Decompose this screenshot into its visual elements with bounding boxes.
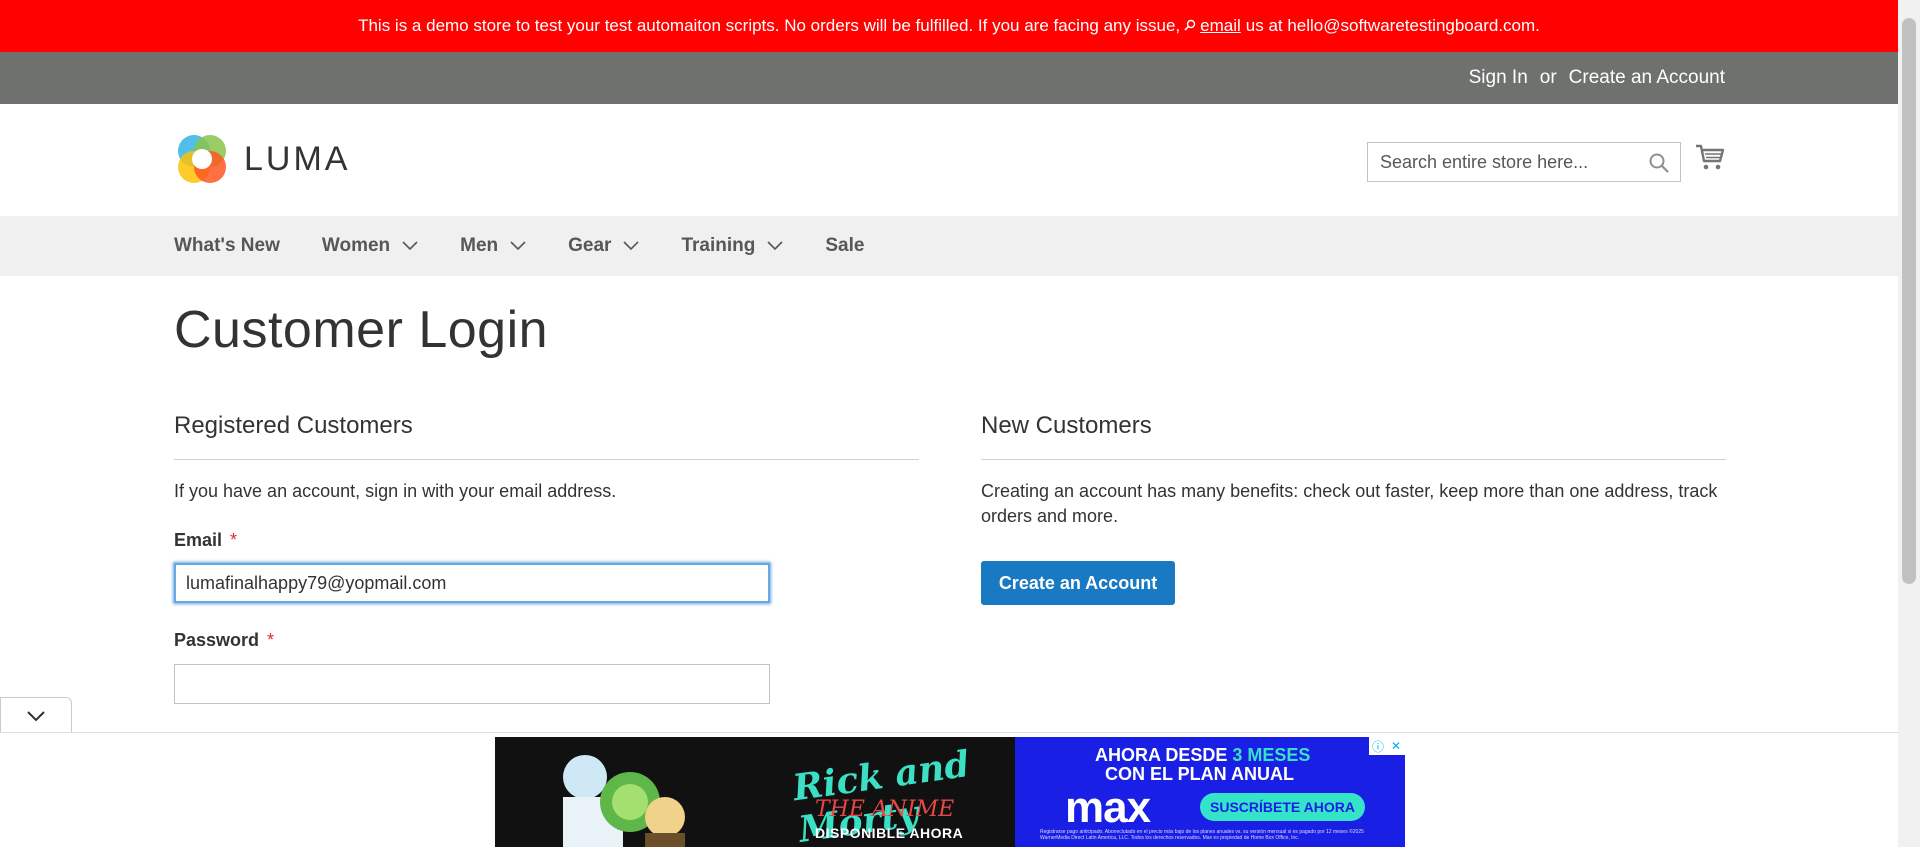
email-link[interactable]: email xyxy=(1200,16,1241,36)
site-header: LUMA xyxy=(0,104,1898,216)
ad-offer-line-2: CON EL PLAN ANUAL xyxy=(1105,764,1294,784)
demo-notice-banner: This is a demo store to test your test a… xyxy=(0,0,1898,52)
required-marker: * xyxy=(230,530,238,550)
sign-in-link[interactable]: Sign In xyxy=(1469,67,1528,89)
new-customers-intro-text: Creating an account has many benefits: c… xyxy=(981,481,1718,526)
password-label-text: Password xyxy=(174,630,260,650)
create-account-link[interactable]: Create an Account xyxy=(1569,67,1725,89)
required-marker: * xyxy=(267,630,275,650)
ad-offer-line-1: AHORA DESDE 3 MESES xyxy=(1095,745,1310,766)
ad-legal-text: Registrarse pago anticipado. Aboneclutad… xyxy=(1040,829,1364,841)
nav-item-women[interactable]: Women xyxy=(322,235,418,257)
ad-brand-logo: max xyxy=(1065,783,1151,832)
registered-customers-title: Registered Customers xyxy=(174,412,413,439)
nav-item-label: Men xyxy=(460,235,499,256)
create-account-button[interactable]: Create an Account xyxy=(981,561,1175,605)
nav-item-label: What's New xyxy=(174,235,280,256)
demo-notice-text-end: us at hello@softwaretestingboard.com. xyxy=(1245,16,1540,35)
nav-item-whats-new[interactable]: What's New xyxy=(174,235,280,257)
page-title: Customer Login xyxy=(174,301,549,359)
ad-offer-line-1a: AHORA DESDE xyxy=(1095,745,1228,765)
ad-collapse-toggle[interactable] xyxy=(0,697,72,733)
ad-availability-text: DISPONIBLE AHORA xyxy=(815,825,964,841)
ad-info-icon[interactable]: ⓘ xyxy=(1369,737,1387,755)
or-separator: or xyxy=(1539,67,1557,88)
panel-header: Sign In or Create an Account xyxy=(0,52,1898,104)
magnifier-icon xyxy=(1184,16,1196,36)
ad-subscribe-button[interactable]: SUSCRÍBETE AHORA xyxy=(1200,793,1365,821)
ad-controls: ⓘ ✕ xyxy=(1369,737,1405,755)
search-icon[interactable] xyxy=(1648,152,1670,174)
search-box xyxy=(1367,142,1681,182)
new-customers-title: New Customers xyxy=(981,412,1152,439)
header-links: Sign In or Create an Account xyxy=(1469,52,1725,104)
nav-item-label: Gear xyxy=(568,235,612,256)
ad-subtitle: THE ANIME xyxy=(815,797,955,822)
page-scrollbar[interactable] xyxy=(1898,0,1920,847)
nav-item-training[interactable]: Training xyxy=(681,235,783,257)
cartoon-characters-image xyxy=(563,755,685,847)
ad-offer-highlight: 3 MESES xyxy=(1232,745,1311,765)
ad-artwork-panel: Rick and Morty THE ANIME DISPONIBLE AHOR… xyxy=(495,737,1015,847)
main-navigation: What's New Women Men Gear Training Sale xyxy=(0,216,1898,276)
search-input[interactable] xyxy=(1368,143,1638,181)
chevron-down-icon xyxy=(27,710,45,721)
password-field[interactable] xyxy=(174,664,770,704)
email-label-text: Email xyxy=(174,530,223,550)
chevron-down-icon xyxy=(402,241,418,251)
demo-notice-text: This is a demo store to test your test a… xyxy=(358,16,1181,35)
store-logo[interactable]: LUMA xyxy=(174,131,350,187)
scrollbar-thumb[interactable] xyxy=(1902,18,1916,584)
password-label: Password * xyxy=(174,630,274,651)
chevron-down-icon xyxy=(510,241,526,251)
email-field[interactable] xyxy=(174,563,770,603)
nav-item-label: Sale xyxy=(825,235,865,256)
registered-intro-text: If you have an account, sign in with you… xyxy=(174,481,617,501)
cart-icon[interactable] xyxy=(1695,142,1725,172)
ad-banner[interactable]: Rick and Morty THE ANIME DISPONIBLE AHOR… xyxy=(495,737,1405,847)
ad-offer-panel: AHORA DESDE 3 MESES CON EL PLAN ANUAL ma… xyxy=(1015,737,1405,847)
nav-item-gear[interactable]: Gear xyxy=(568,235,640,257)
chevron-down-icon xyxy=(623,241,640,251)
divider xyxy=(981,459,1726,460)
luma-logo-icon xyxy=(174,131,230,187)
nav-item-men[interactable]: Men xyxy=(460,235,526,257)
close-icon[interactable]: ✕ xyxy=(1387,737,1405,755)
chevron-down-icon xyxy=(767,241,783,251)
logo-text: LUMA xyxy=(244,139,351,178)
nav-item-label: Training xyxy=(681,235,756,256)
nav-item-sale[interactable]: Sale xyxy=(825,235,864,257)
email-label: Email * xyxy=(174,530,237,551)
divider xyxy=(174,459,919,460)
nav-item-label: Women xyxy=(321,235,391,256)
